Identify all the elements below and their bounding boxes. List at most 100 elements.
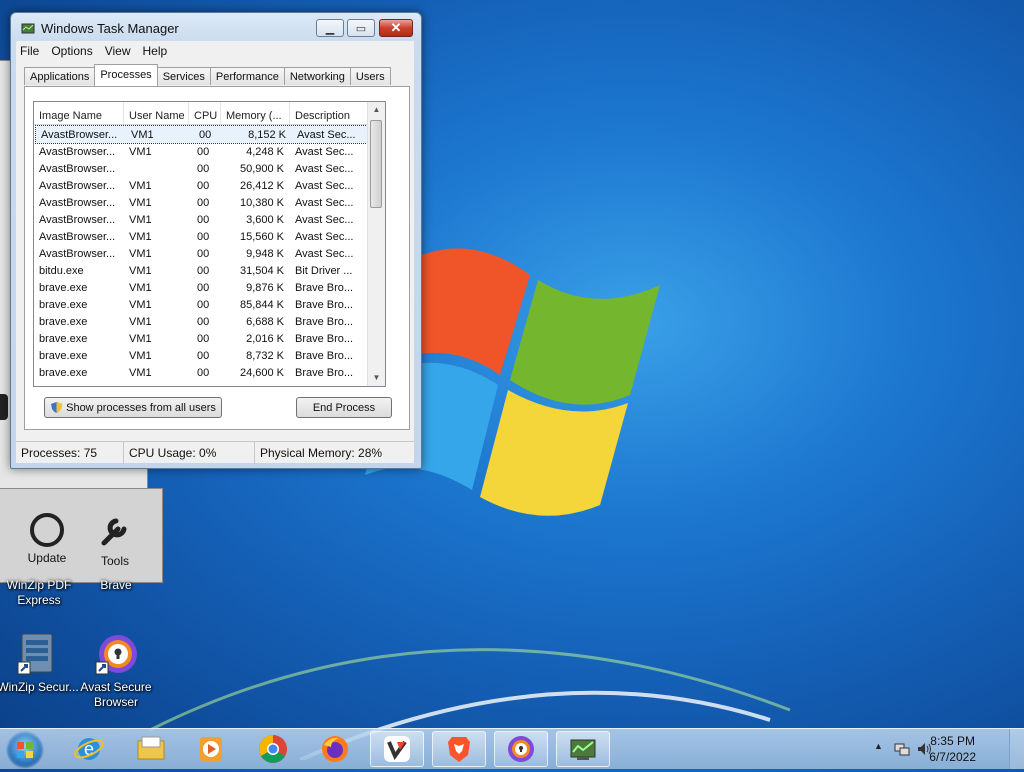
cell-user-name: VM1 bbox=[129, 145, 152, 158]
process-list-header: Image Name User Name CPU Memory (... Des… bbox=[34, 102, 385, 125]
start-button[interactable] bbox=[6, 731, 44, 769]
status-bar: Processes: 75 CPU Usage: 0% Physical Mem… bbox=[16, 441, 414, 464]
scroll-thumb[interactable] bbox=[370, 120, 382, 208]
cell-user-name: VM1 bbox=[129, 179, 152, 192]
tab-networking[interactable]: Networking bbox=[283, 67, 351, 85]
cell-image-name: bitdu.exe bbox=[39, 264, 84, 277]
table-row[interactable]: brave.exe VM1 00 2,016 K Brave Bro... bbox=[34, 330, 385, 347]
taskbar-task-manager[interactable] bbox=[556, 731, 610, 767]
network-icon[interactable] bbox=[894, 741, 910, 757]
clock[interactable]: 8:35 PM 6/7/2022 bbox=[929, 733, 976, 765]
cell-memory: 10,380 K bbox=[239, 196, 284, 209]
end-process-button[interactable]: End Process bbox=[296, 397, 392, 418]
column-image-name[interactable]: Image Name bbox=[34, 102, 124, 124]
update-button[interactable]: Update bbox=[17, 513, 77, 565]
cell-memory: 15,560 K bbox=[239, 230, 284, 243]
minimize-icon: ▁ bbox=[325, 22, 335, 35]
cell-user-name: VM1 bbox=[129, 264, 152, 277]
menu-file[interactable]: File bbox=[16, 41, 47, 61]
table-row[interactable]: AvastBrowser... VM1 00 3,600 K Avast Sec... bbox=[34, 211, 385, 228]
status-cpu: CPU Usage: 0% bbox=[124, 442, 255, 464]
menu-help[interactable]: Help bbox=[139, 41, 176, 61]
scroll-down-icon[interactable]: ▼ bbox=[368, 370, 385, 386]
cell-image-name: brave.exe bbox=[39, 315, 88, 328]
table-row[interactable]: AvastBrowser... VM1 00 15,560 K Avast Sec... bbox=[34, 228, 385, 245]
clock-time: 8:35 PM bbox=[930, 734, 975, 748]
tab-users[interactable]: Users bbox=[349, 67, 391, 85]
table-row[interactable]: AvastBrowser... VM1 00 10,380 K Avast Sec... bbox=[34, 194, 385, 211]
cell-memory: 9,876 K bbox=[246, 281, 284, 294]
cell-image-name: AvastBrowser... bbox=[39, 247, 116, 260]
taskbar: e ▲ 8:35 PM 6/7/2022 bbox=[0, 728, 1024, 769]
cell-description: Brave Bro... bbox=[295, 298, 354, 311]
task-manager-icon bbox=[21, 23, 35, 33]
desktop-icon-brave[interactable]: Brave bbox=[73, 578, 159, 593]
tab-performance[interactable]: Performance bbox=[209, 67, 285, 85]
table-row[interactable]: brave.exe VM1 00 85,844 K Brave Bro... bbox=[34, 296, 385, 313]
file-explorer-icon bbox=[137, 736, 165, 760]
cell-user-name: VM1 bbox=[129, 281, 152, 294]
winzip-secure-icon bbox=[16, 632, 60, 676]
process-list[interactable]: Image Name User Name CPU Memory (... Des… bbox=[33, 101, 386, 387]
vertical-scrollbar[interactable]: ▲ ▼ bbox=[367, 102, 385, 386]
title-bar[interactable]: Windows Task Manager bbox=[21, 21, 179, 36]
table-row[interactable]: brave.exe VM1 00 24,600 K Brave Bro... bbox=[34, 364, 385, 381]
table-row[interactable]: AvastBrowser... VM1 00 26,412 K Avast Sec... bbox=[34, 177, 385, 194]
cell-image-name: brave.exe bbox=[39, 349, 88, 362]
cell-image-name: brave.exe bbox=[39, 366, 88, 379]
show-desktop-button[interactable] bbox=[1009, 729, 1024, 769]
show-hidden-icons[interactable]: ▲ bbox=[874, 741, 883, 751]
desktop-icon-winzip-pdf[interactable]: WinZip PDF Express bbox=[0, 578, 82, 608]
table-row[interactable]: brave.exe VM1 00 8,732 K Brave Bro... bbox=[34, 347, 385, 364]
scroll-up-icon[interactable]: ▲ bbox=[368, 102, 385, 118]
column-memory[interactable]: Memory (... bbox=[221, 102, 290, 124]
cell-cpu: 00 bbox=[197, 366, 210, 379]
table-row[interactable]: AvastBrowser... VM1 00 9,948 K Avast Sec... bbox=[34, 245, 385, 262]
table-row[interactable]: AvastBrowser... VM1 00 8,152 K Avast Sec... bbox=[35, 125, 384, 144]
cell-cpu: 00 bbox=[197, 145, 210, 158]
desktop-icon-label: WinZip PDF Express bbox=[6, 578, 72, 607]
column-cpu[interactable]: CPU bbox=[189, 102, 221, 124]
taskbar-media-player[interactable] bbox=[184, 731, 238, 767]
window-title: Windows Task Manager bbox=[41, 21, 179, 36]
close-button[interactable]: ✕ bbox=[379, 19, 413, 37]
cell-memory: 26,412 K bbox=[239, 179, 284, 192]
vivaldi-icon bbox=[384, 736, 410, 762]
cell-memory: 8,152 K bbox=[248, 128, 286, 141]
column-user-name[interactable]: User Name bbox=[124, 102, 189, 124]
table-row[interactable]: AvastBrowser... 00 50,900 K Avast Sec... bbox=[34, 160, 385, 177]
firefox-icon bbox=[322, 736, 348, 762]
tab-applications[interactable]: Applications bbox=[24, 67, 96, 85]
taskbar-vivaldi[interactable] bbox=[370, 731, 424, 767]
minimize-button[interactable]: ▁ bbox=[316, 19, 344, 37]
tools-button[interactable]: Tools bbox=[85, 513, 145, 568]
tab-processes[interactable]: Processes bbox=[94, 64, 158, 86]
taskbar-internet-explorer[interactable]: e bbox=[62, 731, 116, 767]
clock-date: 6/7/2022 bbox=[929, 750, 976, 764]
show-all-processes-button[interactable]: Show processes from all users bbox=[44, 397, 222, 418]
tab-services[interactable]: Services bbox=[156, 67, 211, 85]
table-row[interactable]: AvastBrowser... VM1 00 4,248 K Avast Sec... bbox=[34, 143, 385, 160]
taskbar-firefox[interactable] bbox=[308, 731, 362, 767]
desktop-icon-winzip-secure[interactable]: WinZip Secur... bbox=[0, 632, 81, 695]
column-description[interactable]: Description bbox=[290, 102, 368, 124]
table-row[interactable]: bitdu.exe VM1 00 31,504 K Bit Driver ... bbox=[34, 262, 385, 279]
taskbar-avast-browser[interactable] bbox=[494, 731, 548, 767]
update-icon bbox=[30, 513, 64, 547]
taskbar-brave[interactable] bbox=[432, 731, 486, 767]
menu-view[interactable]: View bbox=[101, 41, 139, 61]
status-memory: Physical Memory: 28% bbox=[260, 446, 383, 460]
maximize-button[interactable]: ▭ bbox=[347, 19, 375, 37]
taskbar-file-explorer[interactable] bbox=[124, 731, 178, 767]
cell-cpu: 00 bbox=[197, 162, 210, 175]
table-row[interactable]: brave.exe VM1 00 6,688 K Brave Bro... bbox=[34, 313, 385, 330]
cell-image-name: AvastBrowser... bbox=[41, 128, 118, 141]
cell-description: Brave Bro... bbox=[295, 315, 354, 328]
cell-description: Avast Sec... bbox=[295, 162, 354, 175]
desktop-icon-avast-browser[interactable]: Avast Secure Browser bbox=[73, 632, 159, 710]
menu-options[interactable]: Options bbox=[47, 41, 100, 61]
table-row[interactable]: brave.exe VM1 00 9,876 K Brave Bro... bbox=[34, 279, 385, 296]
cell-description: Brave Bro... bbox=[295, 349, 354, 362]
cell-description: Avast Sec... bbox=[295, 196, 354, 209]
taskbar-chrome[interactable] bbox=[246, 731, 300, 767]
